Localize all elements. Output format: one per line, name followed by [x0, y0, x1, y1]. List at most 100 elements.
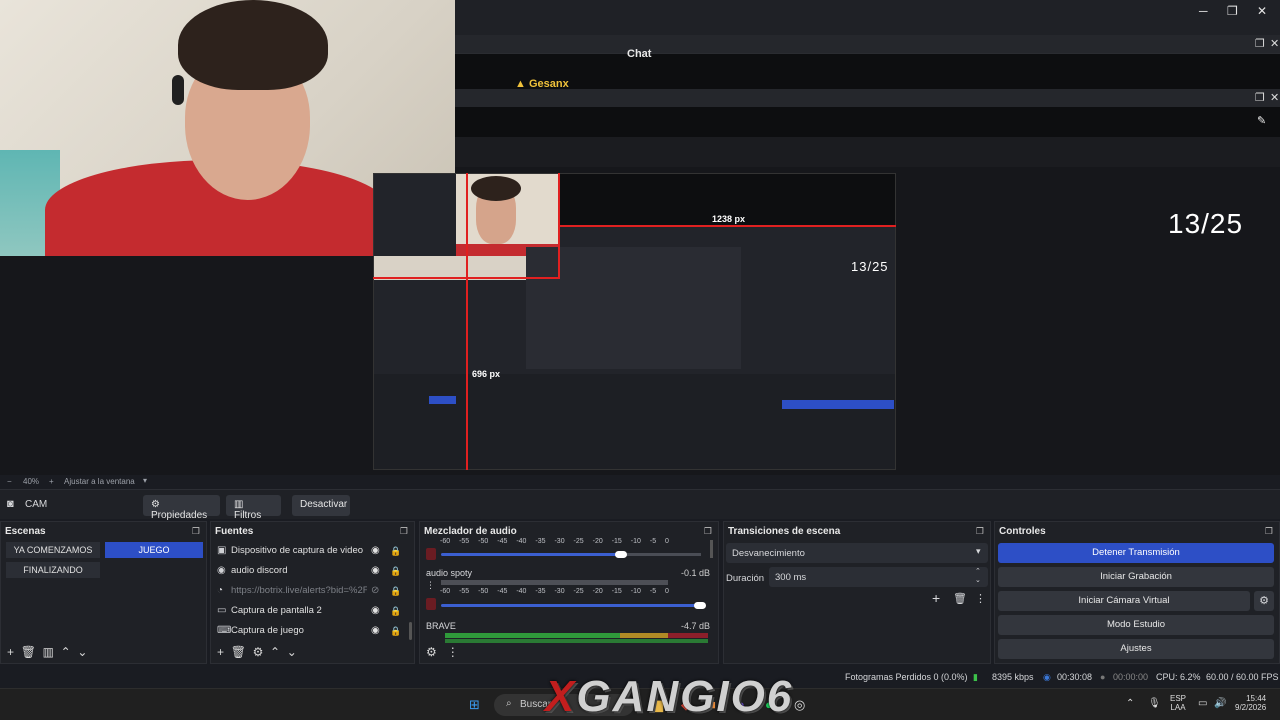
chat-dock-header: ❐ ✕	[455, 35, 1280, 53]
volume-track[interactable]	[441, 553, 621, 556]
mic-icon[interactable]: 🎙	[1148, 698, 1161, 709]
maximize-icon[interactable]: ❐	[1227, 4, 1238, 18]
cpu-usage: CPU: 6.2%	[1156, 672, 1201, 682]
dock-bar	[455, 137, 1280, 167]
float-icon[interactable]: ❐	[1265, 526, 1273, 537]
chevron-down-icon[interactable]: ⌄	[77, 645, 87, 659]
add-icon[interactable]: +	[217, 645, 224, 659]
scene-ya-comenzamos[interactable]: YA COMENZAMOS	[6, 542, 100, 558]
chevron-up-icon[interactable]: ⌃	[975, 567, 981, 575]
clock[interactable]: 15:44 9/2/2026	[1235, 694, 1266, 712]
menu-dots-icon[interactable]: ⋮	[975, 592, 986, 605]
minimize-icon[interactable]: ─	[1199, 4, 1208, 18]
transition-select[interactable]: Desvanecimiento ▾	[726, 543, 988, 563]
add-icon[interactable]: +	[932, 590, 940, 606]
guide-line	[466, 173, 468, 470]
gear-icon[interactable]: ⚙	[426, 645, 437, 659]
lock-icon[interactable]: 🔒	[390, 622, 401, 640]
eye-hidden-icon[interactable]: ⊘	[371, 582, 379, 600]
lock-icon[interactable]: 🔒	[390, 542, 401, 560]
stop-stream-button[interactable]: Detener Transmisión	[998, 543, 1274, 563]
zoom-out-button[interactable]: −	[7, 477, 12, 486]
gear-icon[interactable]: ⚙	[253, 645, 264, 659]
eye-icon[interactable]: ◉	[371, 602, 380, 620]
level-meter-red	[668, 633, 708, 638]
start-virtual-camera-button[interactable]: Iniciar Cámara Virtual	[998, 591, 1250, 611]
menu-dots-icon[interactable]: ⋮	[447, 645, 459, 659]
windows-start-icon[interactable]: ⊞	[469, 697, 480, 713]
network-icon[interactable]: ▭	[1198, 698, 1207, 709]
eye-icon[interactable]: ◉	[371, 562, 380, 580]
chevron-down-icon[interactable]: ⌄	[287, 645, 297, 659]
add-icon[interactable]: +	[7, 645, 14, 659]
volume-track[interactable]	[441, 604, 701, 607]
close-icon[interactable]: ✕	[1257, 4, 1267, 18]
volume-track-rest	[621, 553, 701, 556]
preview-canvas[interactable]: ─ ❐ ✕ ❐ ✕ Chat ▲ Gesanx ❐ ✕ ✎ 1238 px 69…	[0, 0, 1280, 475]
zoom-fit-select[interactable]: Ajustar a la ventana	[64, 477, 135, 486]
level-meter-2	[445, 639, 708, 643]
db-scale: -60 -55 -50 -45 -40 -35 -30 -25 -20 -15 …	[440, 538, 669, 545]
start-recording-button[interactable]: Iniciar Grabación	[998, 567, 1274, 587]
mute-icon[interactable]	[426, 548, 436, 560]
float-icon[interactable]: ❐	[1255, 91, 1265, 104]
close-icon[interactable]: ✕	[1270, 91, 1279, 104]
edit-icon[interactable]: ✎	[1257, 114, 1266, 127]
scenes-title: Escenas	[5, 526, 46, 537]
volume-icon[interactable]: 🔊	[1214, 698, 1226, 709]
eye-icon[interactable]: ◉	[371, 542, 380, 560]
settings-button[interactable]: Ajustes	[998, 639, 1274, 659]
chevron-up-icon[interactable]: ⌃	[270, 645, 280, 659]
float-icon[interactable]: ❐	[704, 526, 712, 537]
language-indicator[interactable]: ESP LAA	[1170, 694, 1186, 712]
trash-icon[interactable]: 🗑	[21, 645, 36, 659]
sources-toolbar: + 🗑 ⚙ ⌃ ⌄	[217, 645, 297, 659]
trash-icon[interactable]: 🗑	[953, 592, 967, 605]
gear-icon[interactable]: ⚙	[1254, 591, 1274, 611]
scrollbar[interactable]	[710, 540, 713, 558]
studio-mode-button[interactable]: Modo Estudio	[998, 615, 1274, 635]
chevron-up-icon[interactable]: ⌃	[61, 645, 71, 659]
close-icon[interactable]: ✕	[1270, 37, 1279, 50]
lock-icon[interactable]: 🔒	[390, 562, 401, 580]
chat-title: Chat	[627, 48, 652, 60]
filters-button[interactable]: ▥ Filtros	[226, 495, 281, 521]
menu-dots-icon[interactable]: ⋮	[426, 580, 435, 591]
sources-dock: Fuentes ❐ ▣ Dispositivo de captura de vi…	[210, 521, 415, 664]
float-icon[interactable]: ❐	[192, 526, 200, 537]
chevron-up-icon[interactable]: ⌃	[1126, 698, 1134, 709]
trash-icon[interactable]: 🗑	[231, 645, 246, 659]
scrollbar[interactable]	[409, 622, 412, 640]
zoom-level: 40%	[23, 477, 40, 486]
volume-slider[interactable]	[694, 602, 706, 609]
duration-input[interactable]: 300 ms ⌃ ⌄	[769, 567, 988, 587]
scene-juego[interactable]: JUEGO	[105, 542, 203, 558]
float-icon[interactable]: ❐	[1255, 37, 1265, 50]
guide-line	[373, 277, 559, 279]
filter-icon[interactable]: ▥	[43, 645, 54, 659]
lock-icon[interactable]: 🔒	[390, 582, 401, 600]
browser-icon: ◔	[217, 585, 224, 596]
obs-icon[interactable]: ◎	[794, 697, 805, 713]
level-meter-green	[445, 633, 620, 638]
source-row[interactable]: ▣ Dispositivo de captura de video ◉ 🔒	[213, 542, 413, 560]
mute-icon[interactable]	[426, 598, 436, 610]
transitions-title: Transiciones de escena	[728, 526, 841, 537]
volume-slider[interactable]	[615, 551, 627, 558]
deactivate-button[interactable]: Desactivar	[292, 495, 350, 516]
chevron-down-icon[interactable]: ▾	[143, 476, 147, 485]
scene-finalizando[interactable]: FINALIZANDO	[6, 562, 100, 578]
float-icon[interactable]: ❐	[976, 526, 984, 537]
zoom-in-button[interactable]: +	[49, 477, 54, 486]
lock-icon[interactable]: 🔒	[390, 602, 401, 620]
source-row[interactable]: ◔ https://botrix.live/alerts?bid=%2FY ⊘ …	[213, 582, 413, 600]
chevron-down-icon[interactable]: ⌄	[975, 576, 981, 584]
float-icon[interactable]: ❐	[400, 526, 408, 537]
audio-icon: ◉	[217, 565, 226, 576]
zoom-bar: − 40% + Ajustar a la ventana ▾	[0, 475, 1280, 489]
eye-icon[interactable]: ◉	[371, 622, 380, 640]
properties-button[interactable]: ⚙ Propiedades	[143, 495, 220, 521]
source-row[interactable]: ◉ audio discord ◉ 🔒	[213, 562, 413, 580]
source-row[interactable]: ▭ Captura de pantalla 2 ◉ 🔒	[213, 602, 413, 620]
source-row[interactable]: ⌨ Captura de juego ◉ 🔒	[213, 622, 413, 640]
